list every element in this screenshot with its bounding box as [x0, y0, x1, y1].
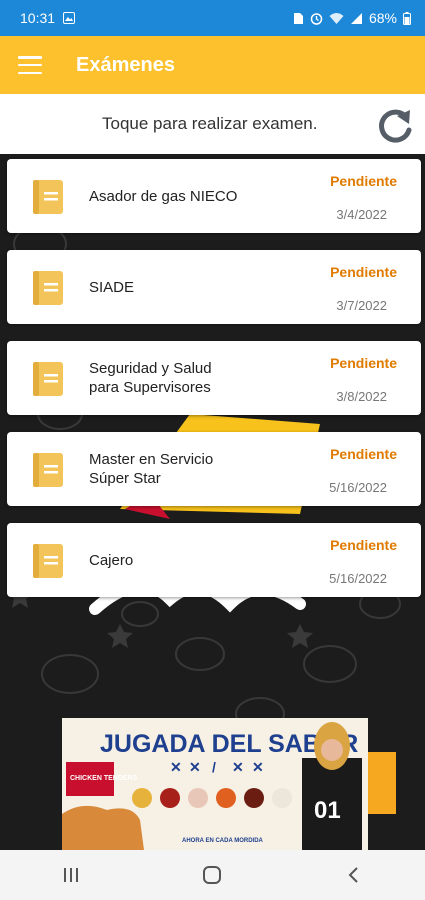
exam-title: Seguridad y Salud para Supervisores [89, 360, 212, 396]
svg-text:✕: ✕ [232, 759, 244, 775]
exam-status: Pendiente [330, 446, 397, 462]
exam-card[interactable]: SIADE Pendiente 3/7/2022 [7, 250, 421, 324]
page-title: Exámenes [76, 53, 175, 76]
gallery-notification-icon [63, 12, 76, 24]
exam-card[interactable]: Master en Servicio Súper Star Pendiente … [7, 432, 421, 506]
exam-title: Asador de gas NIECO [89, 187, 238, 205]
status-bar: 10:31 68% [0, 0, 425, 36]
exam-date: 3/7/2022 [336, 298, 387, 313]
exam-card[interactable]: Cajero Pendiente 5/16/2022 [7, 523, 421, 597]
refresh-icon[interactable] [375, 106, 415, 146]
book-icon [33, 453, 63, 487]
back-icon[interactable] [344, 865, 364, 885]
app-bar: Exámenes [0, 36, 425, 94]
exam-status: Pendiente [330, 537, 397, 553]
svg-text:✕: ✕ [252, 759, 264, 775]
exam-date: 5/16/2022 [329, 571, 387, 586]
ad-jersey-number: 01 [314, 797, 341, 824]
system-nav-bar [0, 850, 425, 900]
exam-date: 3/8/2022 [336, 389, 387, 404]
exam-status: Pendiente [330, 173, 397, 189]
alarm-icon [310, 12, 323, 25]
battery-icon [403, 11, 411, 25]
hint-text: Toque para realizar examen. [102, 114, 318, 133]
home-icon[interactable] [202, 865, 222, 885]
sim-icon [293, 12, 303, 24]
book-icon [33, 271, 63, 305]
svg-text:/: / [212, 759, 216, 775]
book-icon [33, 362, 63, 396]
wifi-icon [329, 12, 344, 24]
exam-title: SIADE [89, 278, 135, 296]
ad-product: CHICKEN TENDERS [70, 775, 138, 782]
exam-title: Master en Servicio Súper Star [89, 451, 214, 487]
book-icon [33, 544, 63, 578]
exam-date: 5/16/2022 [329, 480, 387, 495]
svg-text:✕: ✕ [170, 759, 182, 775]
ad-side-strip [368, 752, 396, 814]
exam-card[interactable]: Asador de gas NIECO Pendiente 3/4/2022 [7, 159, 421, 233]
book-icon [33, 180, 63, 214]
exam-date: 3/4/2022 [336, 207, 387, 222]
battery-percent: 68% [368, 10, 397, 26]
recent-apps-icon[interactable] [61, 866, 81, 884]
signal-icon [350, 12, 362, 24]
status-time: 10:31 [20, 10, 56, 26]
exam-status: Pendiente [330, 264, 397, 280]
hint-bar: Toque para realizar examen. [0, 94, 425, 154]
hamburger-menu-icon[interactable] [18, 56, 42, 74]
ad-banner[interactable]: JUGADA DEL SABOR ✕ ✕ / ✕ ✕ CHICKEN TENDERS … [62, 718, 368, 850]
exam-status: Pendiente [330, 355, 397, 371]
ad-footer: AHORA EN CADA MORDIDA [182, 838, 264, 844]
ad-artwork: JUGADA DEL SABOR ✕ ✕ / ✕ ✕ CHICKEN TENDERS … [62, 718, 368, 850]
exam-card[interactable]: Seguridad y Salud para Supervisores Pend… [7, 341, 421, 415]
exam-title: Cajero [89, 551, 134, 569]
svg-text:✕: ✕ [189, 759, 201, 775]
